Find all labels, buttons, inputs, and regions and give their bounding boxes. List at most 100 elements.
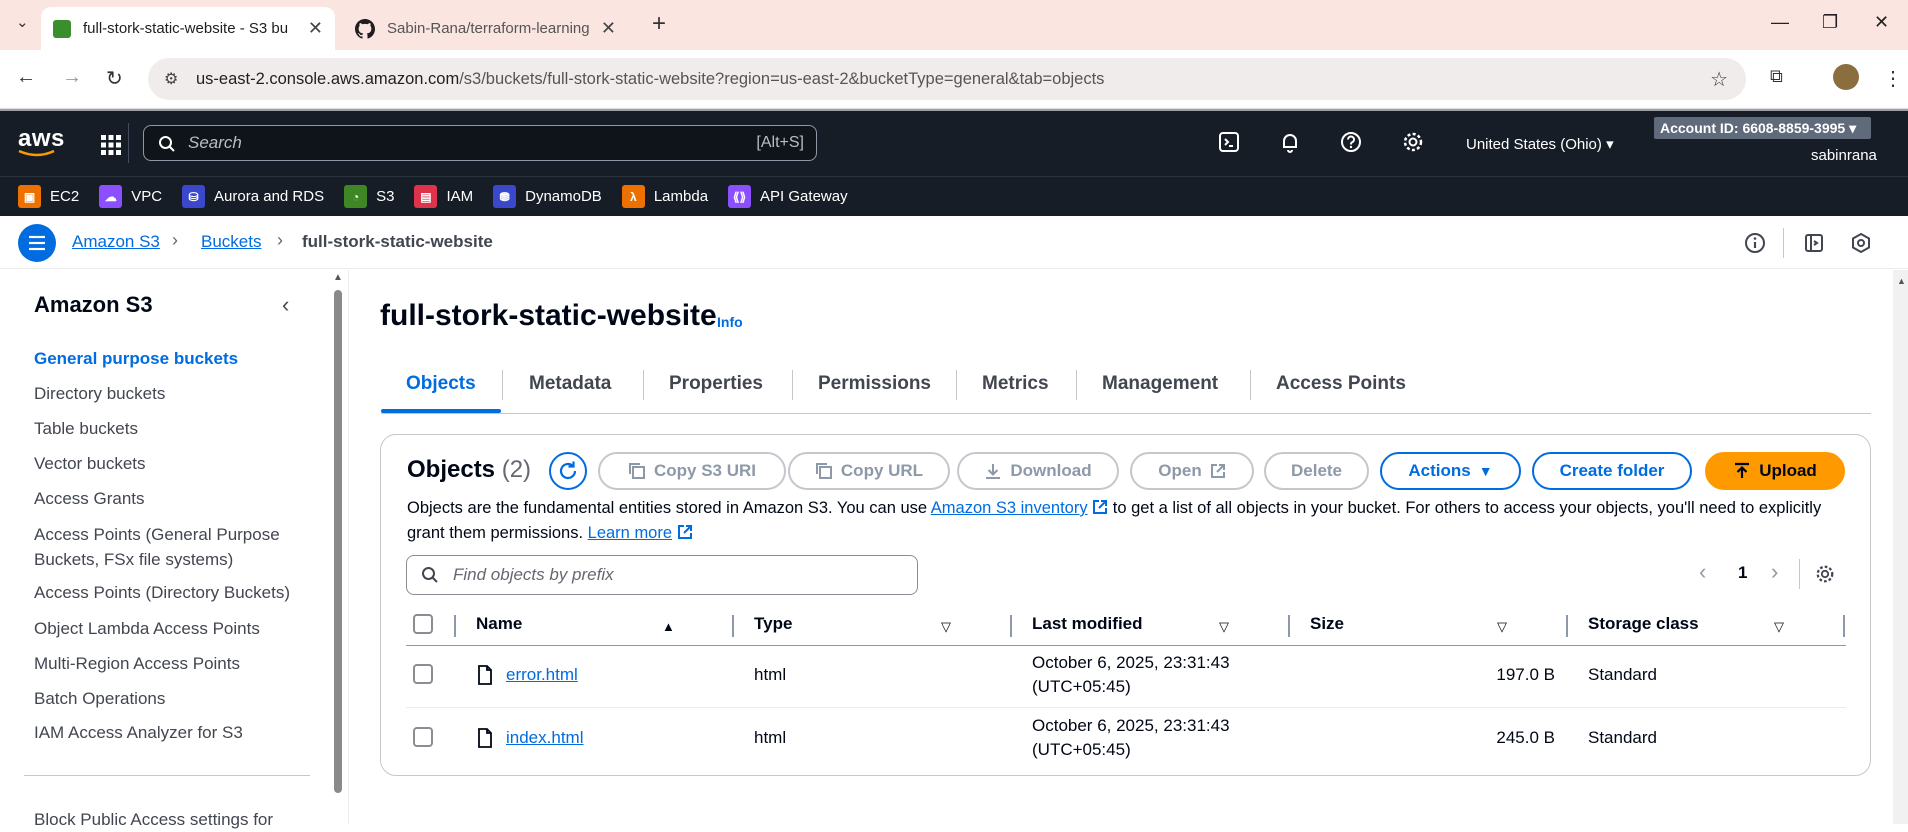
favorite-dynamodb[interactable]: ⛃ DynamoDB [493,185,602,208]
previous-page-icon[interactable]: ‹ [1699,559,1706,585]
download-button[interactable]: Download [957,452,1119,490]
sort-ascending-icon[interactable]: ▲ [662,619,675,634]
tab-access-points[interactable]: Access Points [1276,373,1406,395]
close-tab-icon[interactable]: ✕ [308,18,323,39]
breadcrumb-buckets[interactable]: Buckets [201,232,261,252]
select-all-checkbox[interactable] [413,614,433,634]
sort-icon[interactable]: ▽ [1219,619,1229,635]
refresh-button[interactable] [549,452,587,490]
next-page-icon[interactable]: › [1771,559,1778,585]
favorite-iam[interactable]: ▤ IAM [414,185,473,208]
favorite-lambda[interactable]: λ Lambda [621,185,708,208]
object-name-link[interactable]: error.html [506,663,578,687]
new-tab-button[interactable]: + [652,10,666,38]
settings-gear-icon[interactable] [1402,131,1424,153]
sidebar-item-directory-buckets[interactable]: Directory buckets [34,381,304,406]
learn-more-link[interactable]: Learn more [588,524,672,542]
column-header-last-modified[interactable]: Last modified [1032,614,1143,634]
forward-icon[interactable]: → [62,66,82,89]
back-icon[interactable]: ← [16,66,36,89]
close-window-icon[interactable]: ✕ [1874,12,1889,33]
sidebar-item-access-grants[interactable]: Access Grants [34,486,304,511]
tab-objects[interactable]: Objects [406,373,476,395]
sidebar-item-general-purpose-buckets[interactable]: General purpose buckets [34,346,304,371]
actions-dropdown-button[interactable]: Actions ▼ [1380,452,1521,490]
tab-metadata[interactable]: Metadata [529,373,611,395]
security-shield-icon[interactable] [1850,232,1872,254]
sidebar-item-object-lambda[interactable]: Object Lambda Access Points [34,616,304,641]
scroll-up-icon[interactable]: ▲ [1897,276,1906,286]
browser-tab-github[interactable]: Sabin-Rana/terraform-learning ✕ [343,7,628,50]
sort-icon[interactable]: ▽ [1497,619,1507,635]
upload-button[interactable]: Upload [1705,452,1845,490]
services-grid-icon[interactable] [100,134,122,156]
delete-button[interactable]: Delete [1264,452,1369,490]
favorite-vpc[interactable]: ☁ VPC [99,185,162,208]
find-objects-input[interactable]: Find objects by prefix [406,555,918,595]
column-header-name[interactable]: Name [476,614,522,634]
create-folder-button[interactable]: Create folder [1532,452,1692,490]
object-name-link[interactable]: index.html [506,726,583,750]
favorite-ec2[interactable]: ▣ EC2 [18,185,79,208]
site-info-icon[interactable]: ⚙ [164,69,178,89]
reload-icon[interactable]: ↻ [106,66,123,91]
row-checkbox[interactable] [413,727,433,747]
favorite-api-gateway[interactable]: ⟪⟫ API Gateway [728,185,848,208]
breadcrumb-amazon-s3[interactable]: Amazon S3 [72,232,160,252]
cloudshell-icon[interactable] [1218,131,1240,153]
sidebar-item-batch-operations[interactable]: Batch Operations [34,686,304,711]
close-sidebar-icon[interactable]: ‹ [282,292,289,318]
notifications-bell-icon[interactable] [1279,131,1301,153]
column-header-storage-class[interactable]: Storage class [1588,614,1699,634]
profile-avatar[interactable] [1833,64,1859,90]
s3-inventory-link[interactable]: Amazon S3 inventory [931,499,1088,517]
row-divider [406,707,1846,708]
column-header-type[interactable]: Type [754,614,792,634]
side-nav-toggle-button[interactable] [18,224,56,262]
tab-metrics[interactable]: Metrics [982,373,1049,395]
region-selector[interactable]: United States (Ohio) ▾ [1466,135,1614,153]
browser-tab-s3[interactable]: full-stork-static-website - S3 bu ✕ [41,7,335,50]
tab-management[interactable]: Management [1102,373,1218,395]
sidebar-item-block-public-access[interactable]: Block Public Access settings for [34,807,304,832]
page-number[interactable]: 1 [1738,563,1747,583]
aws-logo[interactable]: aws [18,125,65,157]
copy-s3-uri-button[interactable]: Copy S3 URI [598,452,786,490]
sort-icon[interactable]: ▽ [941,619,951,635]
user-name[interactable]: sabinrana [1811,147,1877,164]
browser-menu-icon[interactable]: ⋮ [1883,66,1903,91]
panel-icon[interactable] [1803,232,1825,254]
minimize-icon[interactable]: — [1771,12,1789,33]
tab-permissions[interactable]: Permissions [818,373,931,395]
open-button[interactable]: Open [1130,452,1254,490]
account-menu[interactable]: Account ID: 6608-8859-3995 ▾ [1654,117,1871,139]
aws-search-input[interactable]: Search [Alt+S] [143,125,817,161]
scroll-up-icon[interactable]: ▲ [333,272,343,283]
copy-url-button[interactable]: Copy URL [788,452,950,490]
info-circle-icon[interactable] [1744,232,1766,254]
preferences-gear-icon[interactable] [1815,564,1835,584]
sidebar-item-multi-region[interactable]: Multi-Region Access Points [34,651,304,676]
column-header-size[interactable]: Size [1310,614,1344,634]
restore-icon[interactable]: ❐ [1822,12,1838,33]
sidebar-item-access-points-general[interactable]: Access Points (General Purpose Buckets, … [34,522,304,572]
favorite-s3[interactable]: ◔ S3 [344,185,394,208]
sidebar-item-access-points-directory[interactable]: Access Points (Directory Buckets) [34,580,304,605]
sidebar-item-iam-access-analyzer[interactable]: IAM Access Analyzer for S3 [34,720,304,745]
address-bar[interactable]: ⚙ us-east-2.console.aws.amazon.com/s3/bu… [148,58,1746,100]
favorite-aurora-rds[interactable]: ⛁ Aurora and RDS [182,185,324,208]
info-link[interactable]: Info [717,314,743,330]
extensions-icon[interactable]: ⧉ [1770,66,1783,87]
sidebar-item-vector-buckets[interactable]: Vector buckets [34,451,304,476]
sidebar-item-table-buckets[interactable]: Table buckets [34,416,304,441]
sort-icon[interactable]: ▽ [1774,619,1784,635]
tab-properties[interactable]: Properties [669,373,763,395]
dynamodb-icon: ⛃ [493,185,517,208]
row-checkbox[interactable] [413,664,433,684]
bookmark-star-icon[interactable]: ☆ [1710,67,1728,92]
close-tab-icon[interactable]: ✕ [601,18,616,39]
object-last-modified: October 6, 2025, 23:31:43 [1032,716,1230,735]
sidebar-scrollbar[interactable] [334,290,342,793]
tab-search-icon[interactable]: ⌄ [16,13,29,31]
help-icon[interactable] [1340,131,1362,153]
